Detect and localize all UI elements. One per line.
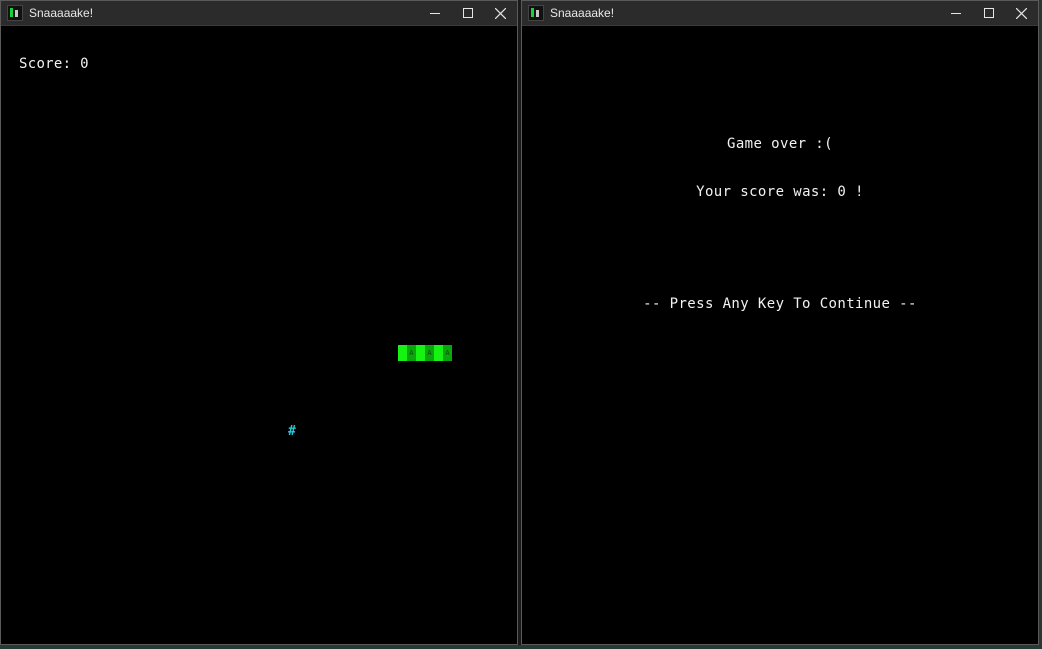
game-over-screen[interactable]: Game over :( Your score was: 0 ! -- Pres… — [522, 26, 1038, 644]
taskbar-edge — [0, 645, 1042, 649]
minimize-button[interactable] — [418, 1, 451, 25]
snake-app-icon[interactable] — [528, 5, 544, 21]
snake-segment: A — [443, 345, 452, 361]
game-canvas[interactable]: Score: 0 A A A # — [1, 26, 517, 644]
title-bar[interactable]: Snaaaaake! — [522, 1, 1038, 26]
maximize-button[interactable] — [451, 1, 484, 25]
maximize-icon — [462, 8, 473, 18]
title-bar[interactable]: Snaaaaake! — [1, 1, 517, 26]
minimize-icon — [950, 13, 961, 14]
continue-prompt: -- Press Any Key To Continue -- — [643, 296, 917, 312]
snake-segment: A — [407, 345, 416, 361]
game-window-game-over[interactable]: Snaaaaake! Game over :( Your score was: … — [521, 0, 1039, 645]
close-button[interactable] — [484, 1, 517, 25]
close-icon — [495, 7, 506, 19]
final-score-text: Your score was: 0 ! — [696, 184, 864, 200]
snake-segment — [398, 345, 407, 361]
snake: A A A — [398, 345, 452, 361]
game-over-heading: Game over :( — [727, 136, 833, 152]
window-controls — [418, 1, 517, 25]
close-icon — [1016, 7, 1027, 19]
window-title: Snaaaaake! — [550, 6, 615, 20]
food-pellet: # — [288, 424, 296, 439]
minimize-icon — [429, 13, 440, 14]
snake-segment: A — [425, 345, 434, 361]
snake-segment — [416, 345, 425, 361]
window-controls — [939, 1, 1038, 25]
minimize-button[interactable] — [939, 1, 972, 25]
maximize-icon — [983, 8, 994, 18]
snake-segment — [434, 345, 443, 361]
window-title: Snaaaaake! — [29, 6, 94, 20]
close-button[interactable] — [1005, 1, 1038, 25]
maximize-button[interactable] — [972, 1, 1005, 25]
game-window-playing[interactable]: Snaaaaake! Score: 0 A A A # — [0, 0, 518, 645]
snake-app-icon[interactable] — [7, 5, 23, 21]
score-label: Score: 0 — [19, 56, 89, 72]
desktop: Snaaaaake! Score: 0 A A A # Snaaaaake! G… — [0, 0, 1042, 649]
